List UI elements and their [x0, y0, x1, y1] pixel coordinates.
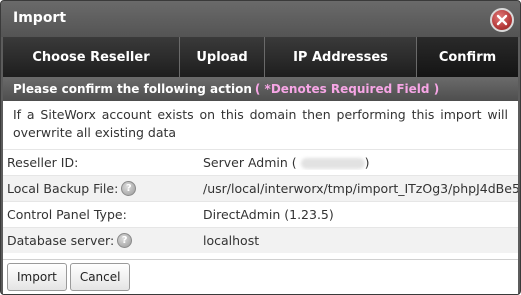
reseller-id-label-text: Reseller ID: [7, 155, 79, 170]
row-reseller-id: Reseller ID: Server Admin () [3, 149, 518, 175]
import-button[interactable]: Import [7, 263, 67, 291]
question-icon[interactable]: ? [117, 233, 133, 248]
dialog-content: Please confirm the following action ( *D… [3, 77, 518, 294]
dialog-footer: Import Cancel [3, 259, 518, 294]
control-panel-type-value: DirectAdmin (1.23.5) [203, 207, 334, 222]
local-backup-file-label-text: Local Backup File: [7, 181, 119, 196]
question-icon[interactable]: ? [121, 181, 137, 196]
reseller-id-value-text: Server Admin ( [203, 155, 297, 170]
reseller-id-label: Reseller ID: [3, 155, 203, 170]
cancel-button[interactable]: Cancel [69, 263, 131, 291]
database-server-label-text: Database server: [7, 233, 115, 248]
redacted-email [300, 158, 365, 169]
dialog-title: Import [13, 10, 67, 26]
reseller-id-value: Server Admin () [203, 155, 518, 170]
section-header-text: Please confirm the following action [13, 82, 252, 96]
tab-ip-addresses[interactable]: IP Addresses [265, 37, 417, 77]
tab-confirm[interactable]: Confirm [417, 37, 518, 77]
import-dialog: Import Choose Reseller Upload IP Address… [0, 0, 521, 295]
local-backup-file-label: Local Backup File: ? [3, 181, 203, 196]
database-server-label: Database server: ? [3, 233, 203, 248]
row-local-backup-file: Local Backup File: ? /usr/local/interwor… [3, 175, 518, 201]
overwrite-warning: If a SiteWorx account exists on this dom… [3, 101, 518, 149]
row-database-server: Database server: ? localhost [3, 227, 518, 253]
tab-choose-reseller[interactable]: Choose Reseller [3, 37, 180, 77]
section-header: Please confirm the following action ( *D… [3, 77, 518, 101]
dialog-titlebar[interactable]: Import [1, 1, 520, 37]
row-control-panel-type: Control Panel Type: DirectAdmin (1.23.5) [3, 201, 518, 227]
tab-upload[interactable]: Upload [180, 37, 265, 77]
local-backup-file-value: /usr/local/interworx/tmp/import_ITzOg3/p… [203, 181, 518, 196]
control-panel-type-label-text: Control Panel Type: [7, 207, 127, 222]
control-panel-type-label: Control Panel Type: [3, 207, 203, 222]
database-server-value: localhost [203, 233, 260, 248]
required-field-note: ( *Denotes Required Field ) [254, 82, 440, 96]
wizard-tabs: Choose Reseller Upload IP Addresses Conf… [3, 37, 518, 77]
close-icon [496, 14, 508, 26]
close-button[interactable] [490, 8, 514, 32]
reseller-id-value-suffix: ) [364, 155, 370, 170]
